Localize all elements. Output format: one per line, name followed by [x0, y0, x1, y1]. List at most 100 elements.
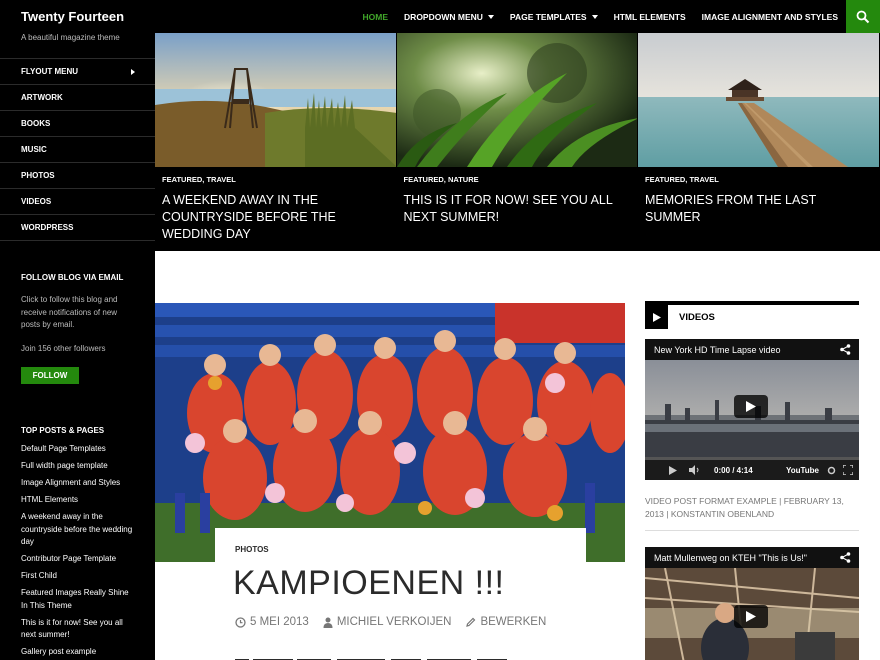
sidebar-item-music[interactable]: MUSIC [0, 137, 155, 163]
featured-post[interactable]: FEATURED, NATURE THIS IS IT FOR NOW! SEE… [396, 33, 638, 251]
play-icon [746, 401, 756, 412]
user-icon [323, 617, 333, 628]
post-header: PHOTOS KAMPIOENEN !!! 5 MEI 2013 MICHIEL… [215, 528, 586, 660]
nav-label: IMAGE ALIGNMENT AND STYLES [701, 11, 838, 22]
top-post-link[interactable]: Image Alignment and Styles [21, 477, 136, 490]
featured-image-countryside[interactable] [155, 33, 396, 167]
video-play-button[interactable] [734, 605, 768, 628]
top-post-link[interactable]: This is it for now! See you all next sum… [21, 617, 136, 642]
post-excerpt-preview [235, 652, 575, 660]
featured-meta[interactable]: FEATURED, NATURE [404, 175, 479, 184]
menu-label: FLYOUT MENU [21, 67, 79, 76]
excerpt-text-cutoff [235, 659, 507, 660]
nav-label: DROPDOWN MENU [404, 11, 483, 22]
top-post-link[interactable]: Default Page Templates [21, 443, 136, 456]
post-meta: 5 MEI 2013 MICHIEL VERKOIJEN BEWERKEN [235, 616, 546, 628]
featured-post[interactable]: FEATURED, TRAVEL MEMORIES FROM THE LAST … [638, 33, 880, 251]
video-format-icon [645, 305, 668, 329]
video-title[interactable]: Matt Mullenweg on KTEH "This is Us!" [654, 553, 807, 563]
video-title[interactable]: New York HD Time Lapse video [654, 345, 781, 355]
sidebar-item-videos[interactable]: VIDEOS [0, 189, 155, 215]
play-icon [746, 611, 756, 622]
share-icon[interactable] [840, 552, 851, 563]
post-date-text: 5 MEI 2013 [250, 616, 309, 628]
sidebar-item-books[interactable]: BOOKS [0, 111, 155, 137]
featured-content: FEATURED, TRAVEL A WEEKEND AWAY IN THE C… [155, 33, 880, 251]
nav-item-image-alignment[interactable]: IMAGE ALIGNMENT AND STYLES [694, 0, 846, 33]
video-play-button[interactable] [734, 395, 768, 418]
nav-label: HTML ELEMENTS [613, 11, 686, 22]
featured-post[interactable]: FEATURED, TRAVEL A WEEKEND AWAY IN THE C… [155, 33, 397, 251]
volume-icon[interactable] [689, 465, 700, 475]
grass-image [396, 33, 637, 167]
follow-widget: FOLLOW BLOG VIA EMAIL Click to follow th… [21, 273, 131, 384]
post-author[interactable]: MICHIEL VERKOIJEN [323, 616, 452, 628]
menu-label: BOOKS [21, 119, 51, 128]
countryside-image [155, 33, 396, 167]
follow-button[interactable]: FOLLOW [21, 367, 79, 384]
pencil-icon [466, 617, 476, 627]
top-post-link[interactable]: A weekend away in the countryside before… [21, 511, 136, 549]
featured-title[interactable]: THIS IS IT FOR NOW! SEE YOU ALL NEXT SUM… [404, 192, 634, 226]
top-posts-widget: TOP POSTS & PAGES Default Page Templates… [21, 426, 136, 659]
nav-item-html-elements[interactable]: HTML ELEMENTS [606, 0, 694, 33]
video-time: 0:00 / 4:14 [714, 465, 753, 475]
sidebar-item-artwork[interactable]: ARTWORK [0, 85, 155, 111]
featured-title[interactable]: A WEEKEND AWAY IN THE COUNTRYSIDE BEFORE… [162, 192, 392, 243]
nav-label: PAGE TEMPLATES [509, 11, 587, 22]
clock-icon [235, 616, 246, 628]
sidebar: A beautiful magazine theme FLYOUT MENU A… [0, 33, 155, 660]
post-category[interactable]: PHOTOS [235, 545, 269, 554]
caret-down-icon [591, 14, 598, 19]
featured-meta[interactable]: FEATURED, TRAVEL [645, 175, 719, 184]
sidebar-item-flyout-menu[interactable]: FLYOUT MENU [0, 59, 155, 85]
sidebar-menu: FLYOUT MENU ARTWORK BOOKS MUSIC PHOTOS V… [0, 58, 155, 241]
featured-meta[interactable]: FEATURED, TRAVEL [162, 175, 236, 184]
sidebar-item-photos[interactable]: PHOTOS [0, 163, 155, 189]
featured-image-pier[interactable] [638, 33, 879, 167]
pier-image [638, 33, 879, 167]
menu-label: WORDPRESS [21, 223, 74, 232]
featured-title[interactable]: MEMORIES FROM THE LAST SUMMER [645, 192, 875, 226]
video-progress-bar[interactable] [645, 457, 859, 460]
youtube-logo[interactable]: YouTube [786, 466, 819, 475]
nav-item-page-templates[interactable]: PAGE TEMPLATES [502, 0, 606, 33]
video-embed-kteh[interactable]: Matt Mullenweg on KTEH "This is Us!" [645, 547, 859, 660]
videos-widget-title[interactable]: VIDEOS [679, 312, 715, 323]
top-post-link[interactable]: HTML Elements [21, 494, 136, 507]
menu-label: MUSIC [21, 145, 47, 154]
video-post-meta[interactable]: VIDEO POST FORMAT EXAMPLE | FEBRUARY 13,… [645, 495, 859, 531]
team-photo [155, 303, 625, 562]
sidebar-item-wordpress[interactable]: WORDPRESS [0, 215, 155, 241]
settings-icon[interactable] [827, 466, 836, 475]
videos-widget-header: VIDEOS [645, 301, 859, 329]
site-title[interactable]: Twenty Fourteen [21, 9, 124, 24]
post-edit-link[interactable]: BEWERKEN [465, 616, 546, 628]
top-post-link[interactable]: Full width page template [21, 460, 136, 473]
fullscreen-icon[interactable] [843, 465, 853, 475]
nav-item-dropdown-menu[interactable]: DROPDOWN MENU [396, 0, 502, 33]
site-tagline: A beautiful magazine theme [21, 33, 120, 42]
search-button[interactable] [846, 0, 880, 33]
follower-count: Join 156 other followers [21, 343, 106, 353]
menu-label: VIDEOS [21, 197, 52, 206]
follow-widget-title: FOLLOW BLOG VIA EMAIL [21, 273, 124, 282]
top-post-link[interactable]: Gallery post example [21, 646, 136, 659]
top-post-link[interactable]: Featured Images Really Shine In This The… [21, 587, 136, 612]
top-posts-title: TOP POSTS & PAGES [21, 426, 105, 435]
menu-label: ARTWORK [21, 93, 63, 102]
play-control-icon[interactable] [669, 465, 677, 475]
post-thumbnail[interactable] [155, 303, 625, 562]
post-date[interactable]: 5 MEI 2013 [235, 616, 309, 628]
featured-image-nature[interactable] [396, 33, 637, 167]
post-author-text: MICHIEL VERKOIJEN [336, 616, 452, 628]
top-post-link[interactable]: First Child [21, 570, 136, 583]
share-icon[interactable] [840, 344, 851, 355]
menu-label: PHOTOS [21, 171, 55, 180]
top-post-link[interactable]: Contributor Page Template [21, 553, 136, 566]
post-title[interactable]: KAMPIOENEN !!! [233, 564, 505, 603]
nav-item-home[interactable]: HOME [355, 0, 397, 33]
video-controls: 0:00 / 4:14 YouTube [645, 460, 859, 480]
video-embed-nyc[interactable]: New York HD Time Lapse video 0:00 / 4:14… [645, 339, 859, 480]
caret-down-icon [487, 14, 494, 19]
